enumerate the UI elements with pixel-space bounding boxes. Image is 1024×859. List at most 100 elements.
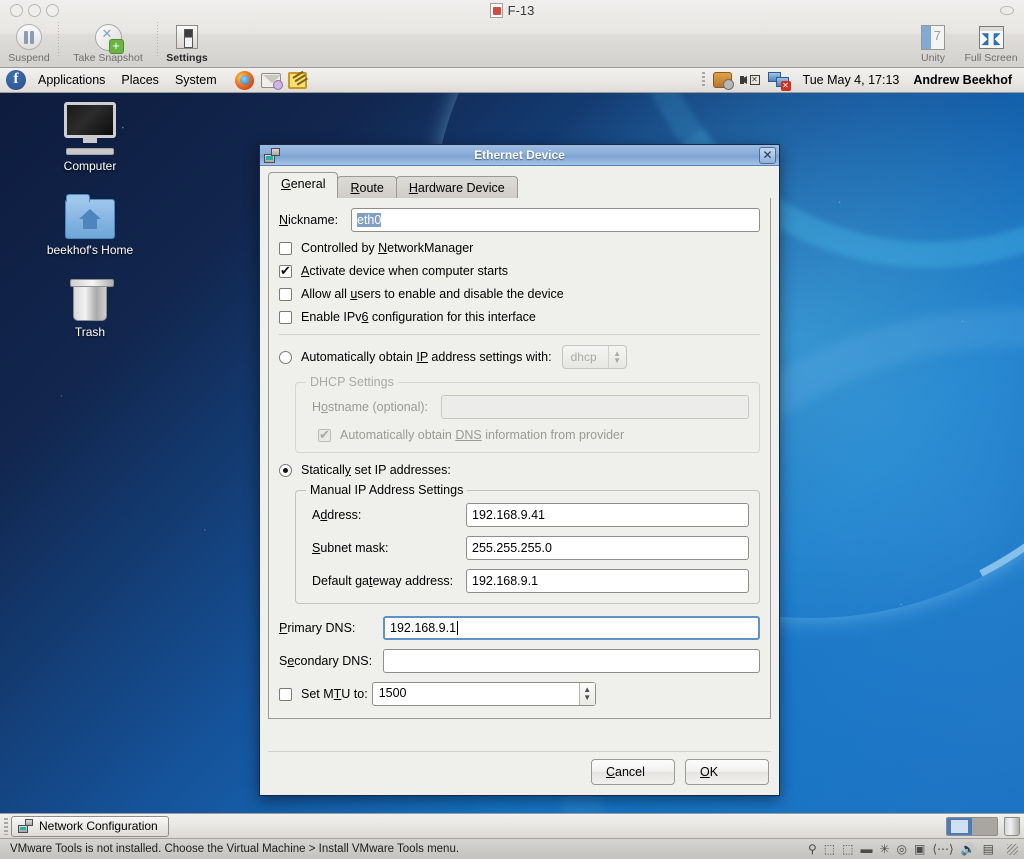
fullscreen-button-label: Full Screen xyxy=(964,52,1018,64)
cancel-button[interactable]: Cancel xyxy=(591,759,675,785)
secondary-dns-input[interactable] xyxy=(383,649,760,673)
hard-disk-icon[interactable]: ▣ xyxy=(914,843,925,855)
webcam-icon[interactable]: ⚲ xyxy=(808,843,817,855)
settings-button[interactable]: Settings xyxy=(158,20,216,64)
checkbox-enable-ipv6[interactable] xyxy=(279,310,292,324)
checkbox-controlled-by-networkmanager-label: Controlled by NetworkManager xyxy=(301,241,474,255)
panel-launchers xyxy=(234,70,307,90)
sound-icon[interactable]: 🔊 xyxy=(961,843,976,855)
suspend-button[interactable]: Suspend xyxy=(0,20,58,64)
protocol-combo[interactable]: dhcp ▲ ▼ xyxy=(561,345,627,369)
firefox-icon[interactable] xyxy=(234,70,254,90)
tab-panel-general: Nickname: eth0 Controlled by NetworkMana… xyxy=(268,198,771,719)
nickname-value: eth0 xyxy=(357,213,382,227)
gnome-taskbar: Network Configuration xyxy=(0,813,1024,838)
tab-route-label: oute xyxy=(359,181,384,195)
taskbar-window-network-configuration[interactable]: Network Configuration xyxy=(11,815,169,837)
checkbox-controlled-by-networkmanager[interactable] xyxy=(279,241,292,255)
bluetooth-icon[interactable]: ✳ xyxy=(879,843,889,855)
vmware-window-title-text: F-13 xyxy=(507,3,535,18)
user-menu[interactable]: Andrew Beekhof xyxy=(913,73,1016,87)
address-row: Address: 192.168.9.41 xyxy=(306,503,749,527)
unity-button[interactable]: Unity xyxy=(904,20,962,64)
vmware-status-message: VMware Tools is not installed. Choose th… xyxy=(10,843,460,855)
volume-muted-icon[interactable]: ✕ xyxy=(739,72,760,88)
hostname-label: Hostname (optional): xyxy=(312,400,429,414)
hard-disk-slim-icon[interactable]: ▬ xyxy=(860,843,872,855)
usb-icon[interactable]: ⬚ xyxy=(824,843,835,855)
notepad-edit-icon[interactable] xyxy=(287,71,307,89)
mtu-label: Set MTU to: xyxy=(301,687,368,701)
evolution-mail-icon[interactable] xyxy=(260,72,283,90)
address-input[interactable]: 192.168.9.41 xyxy=(466,503,749,527)
tab-hardware-device[interactable]: Hardware Device xyxy=(395,176,518,200)
checkbox-auto-obtain-dns[interactable] xyxy=(318,427,331,443)
spinner-updown-icon[interactable]: ▲ ▼ xyxy=(578,683,595,705)
checkbox-allow-all-users-label: Allow all users to enable and disable th… xyxy=(301,287,564,301)
dialog-titlebar[interactable]: Ethernet Device ✕ xyxy=(260,145,779,166)
workspace-switcher[interactable] xyxy=(946,816,998,836)
menu-places[interactable]: Places xyxy=(113,71,167,89)
settings-button-label: Settings xyxy=(166,52,208,64)
checkbox-allow-all-users[interactable] xyxy=(279,287,292,301)
workspace-2[interactable] xyxy=(972,817,997,835)
taskbar-right xyxy=(946,816,1020,836)
take-snapshot-button-label: Take Snapshot xyxy=(73,52,143,64)
radio-row-static-ip[interactable]: Statically set IP addresses: xyxy=(279,463,760,477)
subnet-mask-row: Subnet mask: 255.255.255.0 xyxy=(306,536,749,560)
radio-automatically-obtain-ip-label: Automatically obtain IP address settings… xyxy=(301,350,552,364)
subnet-mask-input[interactable]: 255.255.255.0 xyxy=(466,536,749,560)
pause-icon xyxy=(0,22,58,52)
desktop-icon-home[interactable]: beekhof's Home xyxy=(40,194,140,257)
home-folder-icon xyxy=(40,194,140,239)
checkbox-set-mtu[interactable] xyxy=(279,687,292,701)
checkbox-row-allow-all-users[interactable]: Allow all users to enable and disable th… xyxy=(279,287,760,301)
ok-button[interactable]: OK xyxy=(685,759,769,785)
dhcp-settings-group: DHCP Settings Hostname (optional): Autom… xyxy=(295,375,760,453)
clock[interactable]: Tue May 4, 17:13 xyxy=(797,73,906,87)
unity-button-label: Unity xyxy=(921,52,945,64)
workspace-1[interactable] xyxy=(947,817,972,835)
radio-statically-set-ip[interactable] xyxy=(279,463,292,477)
close-icon[interactable]: ✕ xyxy=(759,147,776,164)
radio-automatically-obtain-ip[interactable] xyxy=(279,350,292,364)
checkbox-row-enable-ipv6[interactable]: Enable IPv6 configuration for this inter… xyxy=(279,310,760,324)
subnet-mask-value: 255.255.255.0 xyxy=(472,541,552,555)
checkbox-activate-device-when-computer-starts[interactable] xyxy=(279,263,292,279)
printer-icon[interactable]: ▤ xyxy=(983,843,994,855)
take-snapshot-button[interactable]: Take Snapshot xyxy=(59,20,157,64)
default-gateway-row: Default gateway address: 192.168.9.1 xyxy=(306,569,749,593)
radio-row-auto-obtain[interactable]: Automatically obtain IP address settings… xyxy=(279,345,760,369)
desktop-icon-trash[interactable]: Trash xyxy=(40,279,140,339)
primary-dns-input[interactable]: 192.168.9.1 xyxy=(383,616,760,640)
subnet-mask-label: Subnet mask: xyxy=(312,541,389,555)
tab-hardware-device-label: ardware Device xyxy=(417,181,505,195)
fedora-logo[interactable]: f xyxy=(6,70,26,90)
menu-applications[interactable]: Applications xyxy=(30,71,113,89)
mtu-value: 1500 xyxy=(378,686,407,700)
resize-grip[interactable] xyxy=(1007,843,1018,855)
hostname-input[interactable] xyxy=(441,395,749,419)
checkbox-row-networkmanager[interactable]: Controlled by NetworkManager xyxy=(279,241,760,255)
gnome-top-panel: f Applications Places System ✕ ✕ Tue May… xyxy=(0,68,1024,93)
menu-system[interactable]: System xyxy=(167,71,225,89)
network-icon[interactable]: ⟨⋯⟩ xyxy=(932,843,953,855)
default-gateway-value: 192.168.9.1 xyxy=(472,574,539,588)
package-updater-icon[interactable] xyxy=(712,72,734,90)
mtu-spinner[interactable]: 1500 ▲ ▼ xyxy=(371,682,596,706)
toolbar-collapse-button[interactable] xyxy=(1000,6,1014,15)
auto-dns-row[interactable]: Automatically obtain DNS information fro… xyxy=(306,427,749,443)
trash-icon[interactable] xyxy=(1004,816,1020,836)
cd-dvd-icon[interactable]: ◎ xyxy=(897,843,907,855)
vmware-toolbar-buttons: Suspend Take Snapshot Settings xyxy=(0,20,216,64)
usb-icon[interactable]: ⬚ xyxy=(842,843,853,855)
nickname-input[interactable]: eth0 xyxy=(351,208,760,232)
desktop-icon-computer[interactable]: Computer xyxy=(40,102,140,173)
checkbox-row-activate-on-start[interactable]: Activate device when computer starts xyxy=(279,263,760,279)
tab-general[interactable]: General xyxy=(268,172,339,198)
fullscreen-button[interactable]: ◥ ◤ ◢ ◣ Full Screen xyxy=(962,20,1020,64)
default-gateway-input[interactable]: 192.168.9.1 xyxy=(466,569,749,593)
tab-route[interactable]: Route xyxy=(337,176,397,200)
network-device-icon xyxy=(18,819,33,833)
network-disconnected-icon[interactable]: ✕ xyxy=(767,71,791,91)
